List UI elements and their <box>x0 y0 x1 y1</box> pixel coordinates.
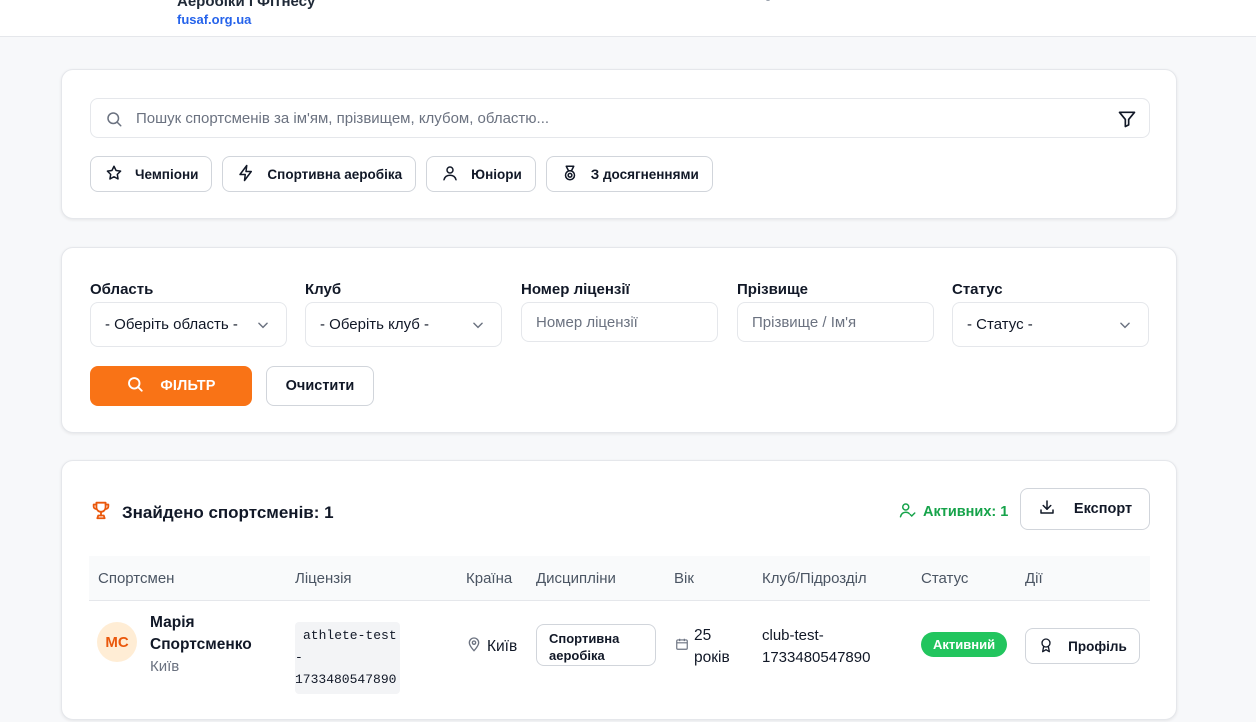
column-actions: Дії <box>1025 570 1043 587</box>
surname-input[interactable]: Прізвище / Ім'я <box>737 302 934 342</box>
athlete-city: Київ <box>150 658 180 675</box>
club-label: Клуб <box>305 281 342 298</box>
chip-sport-aerobics[interactable]: Спортивна аеробіка <box>222 156 417 192</box>
chip-label: Юніори <box>471 166 522 182</box>
search-icon <box>126 375 144 397</box>
region-select[interactable]: - Оберіть область - <box>90 302 287 347</box>
medal-icon <box>561 164 579 185</box>
column-age[interactable]: Вік <box>674 570 694 587</box>
athlete-name[interactable]: Марія Спортсменко <box>150 612 270 656</box>
profile-button[interactable]: Профіль <box>1025 628 1140 664</box>
license-input-placeholder: Номер ліцензії <box>536 313 638 331</box>
trophy-icon <box>90 499 112 526</box>
club-select-value: - Оберіть клуб - <box>320 316 430 333</box>
award-icon <box>1038 636 1054 657</box>
results-heading: Знайдено спортсменів: 1 <box>90 499 334 526</box>
lightning-icon <box>237 164 255 185</box>
chip-juniors[interactable]: Юніори <box>426 156 536 192</box>
active-count: Активних: 1 <box>899 501 1008 523</box>
filter-funnel-icon[interactable] <box>1117 109 1137 134</box>
nav-item-fragment <box>766 0 770 1</box>
region-select-value: - Оберіть область - <box>105 316 238 333</box>
athlete-search-input[interactable] <box>136 99 1096 137</box>
search-icon <box>105 110 123 133</box>
column-club[interactable]: Клуб/Підрозділ <box>762 570 867 587</box>
column-athlete[interactable]: Спортсмен <box>98 570 174 587</box>
discipline-badge: Спортивна аеробіка <box>536 624 656 666</box>
avatar: МС <box>97 622 137 662</box>
clear-button[interactable]: Очистити <box>266 366 374 406</box>
brand-name: Аеробіки і Фітнесу <box>177 0 316 10</box>
chip-label: Чемпіони <box>135 166 199 182</box>
star-icon <box>105 164 123 185</box>
filter-button-label: ФІЛЬТР <box>160 378 216 394</box>
table-row[interactable]: МС Марія Спортсменко Київ athlete-test- … <box>89 602 1150 722</box>
quick-filter-chips: Чемпіони Спортивна аеробіка Юніори З дос… <box>90 156 713 192</box>
export-button[interactable]: Експорт <box>1020 488 1150 530</box>
status-badge: Активний <box>921 632 1008 657</box>
status-select-value: - Статус - <box>967 316 1033 333</box>
map-pin-icon <box>466 636 482 657</box>
surname-label: Прізвище <box>737 281 809 298</box>
license-number: athlete-test- 1733480547890 <box>295 622 400 694</box>
license-label: Номер ліцензії <box>521 281 630 298</box>
search-card: Чемпіони Спортивна аеробіка Юніори З дос… <box>61 69 1177 219</box>
active-count-label: Активних: 1 <box>923 504 1009 520</box>
status-label: Статус <box>952 281 1003 298</box>
column-license[interactable]: Ліцензія <box>295 570 352 587</box>
column-disciplines[interactable]: Дисципліни <box>536 570 616 587</box>
chevron-down-icon <box>471 318 485 336</box>
chevron-down-icon <box>256 318 270 336</box>
chip-achievements[interactable]: З досягненнями <box>545 156 713 192</box>
calendar-icon <box>675 637 689 656</box>
region-label: Область <box>90 281 154 298</box>
column-status[interactable]: Статус <box>921 570 968 587</box>
user-check-icon <box>899 501 917 523</box>
export-button-label: Експорт <box>1073 501 1133 517</box>
chip-label: Спортивна аеробіка <box>267 166 403 182</box>
club-select[interactable]: - Оберіть клуб - <box>305 302 502 347</box>
brand-url-link[interactable]: fusaf.org.ua <box>177 12 251 27</box>
filter-card: Область - Оберіть область - Клуб - Обері… <box>61 247 1177 433</box>
top-bar: Аеробіки і Фітнесу fusaf.org.ua <box>0 0 1256 37</box>
status-select[interactable]: - Статус - <box>952 302 1149 347</box>
results-count: Знайдено спортсменів: 1 <box>122 502 334 522</box>
chip-champions[interactable]: Чемпіони <box>90 156 213 192</box>
table-header: Спортсмен Ліцензія Країна Дисципліни Вік… <box>89 556 1150 601</box>
athlete-search-box[interactable] <box>90 98 1150 138</box>
chip-label: З досягненнями <box>590 166 699 182</box>
surname-input-placeholder: Прізвище / Ім'я <box>752 313 857 331</box>
user-icon <box>441 164 459 185</box>
license-line-1: athlete-test- <box>295 628 397 665</box>
chevron-down-icon <box>1118 318 1132 336</box>
club-value: club-test-1733480547890 <box>762 627 871 666</box>
column-country[interactable]: Країна <box>466 570 512 587</box>
age-value: 25 років <box>694 627 730 666</box>
country-cell: Київ <box>466 636 517 657</box>
license-input[interactable]: Номер ліцензії <box>521 302 718 342</box>
filter-button[interactable]: ФІЛЬТР <box>90 366 252 406</box>
profile-button-label: Профіль <box>1068 638 1127 654</box>
license-line-2: 1733480547890 <box>295 672 397 687</box>
country-value: Київ <box>487 637 518 655</box>
results-card: Знайдено спортсменів: 1 Активних: 1 Експ… <box>61 460 1177 720</box>
download-icon <box>1038 498 1056 520</box>
